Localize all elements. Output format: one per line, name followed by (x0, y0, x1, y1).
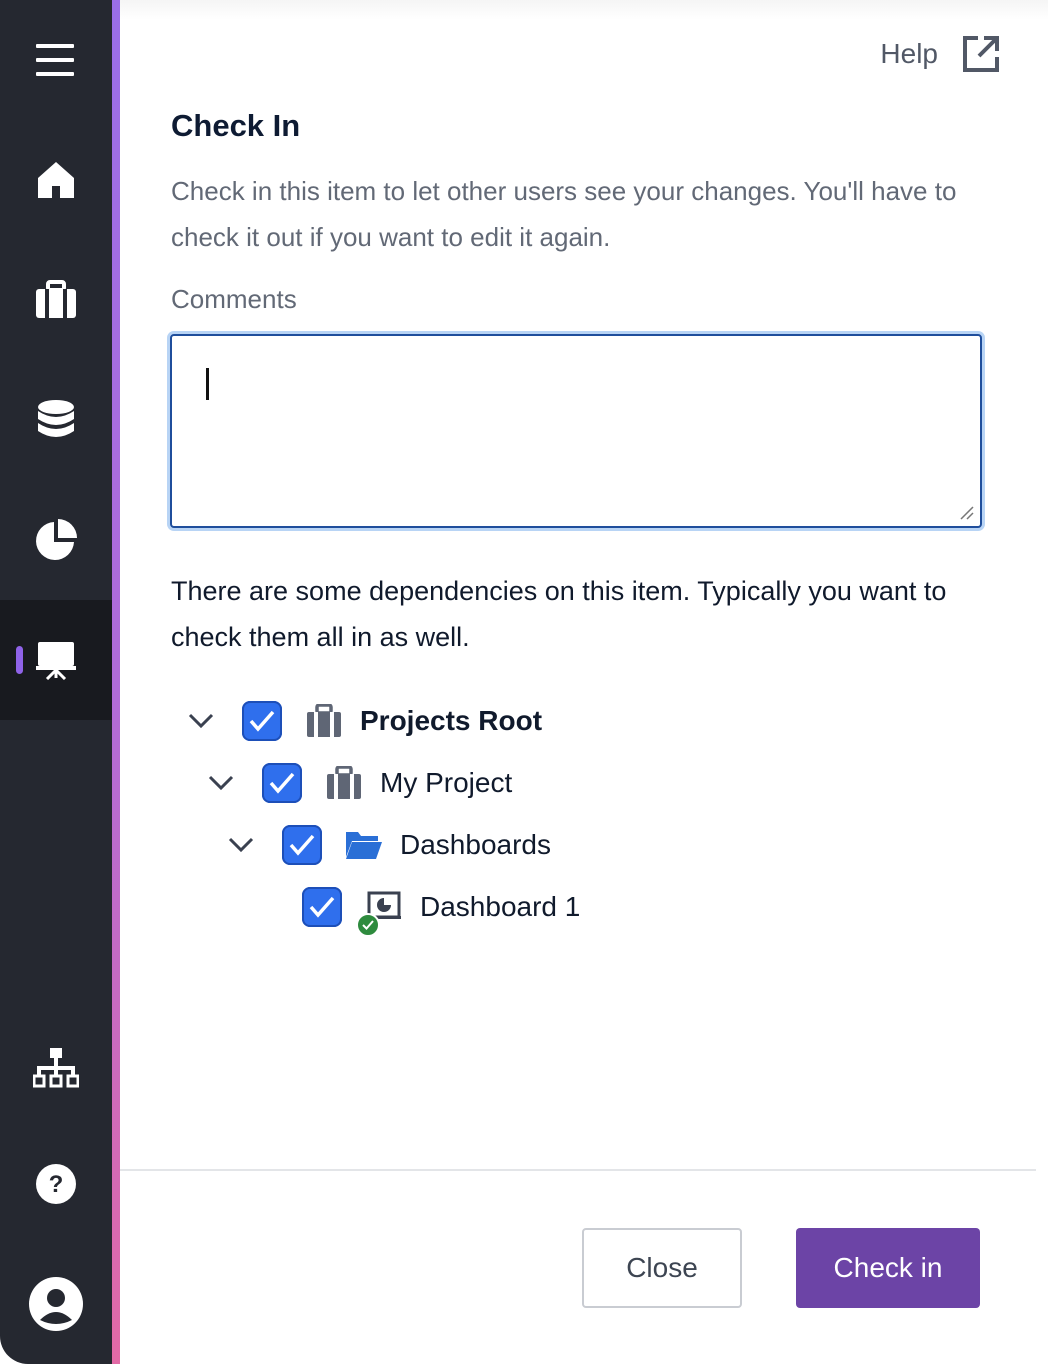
close-button[interactable]: Close (582, 1228, 742, 1308)
check-in-button[interactable]: Check in (796, 1228, 980, 1308)
hamburger-menu-icon (36, 44, 74, 76)
checkmark-icon (289, 834, 315, 856)
chevron-down-icon[interactable] (206, 760, 236, 806)
tree-item-label: Projects Root (360, 705, 543, 736)
checkmark-icon (269, 772, 295, 794)
briefcase-icon (324, 763, 364, 803)
tree-item-label: Dashboards (400, 829, 551, 860)
sitemap-icon (33, 1048, 79, 1088)
checkbox-dashboard-1[interactable] (302, 887, 342, 927)
checkmark-icon (309, 896, 335, 918)
tree-item-projects-root: Projects Root (186, 698, 542, 744)
page-title: Check In (171, 108, 301, 143)
dashboard-icon (356, 887, 404, 937)
external-link-icon (963, 36, 999, 72)
pie-chart-icon (36, 519, 77, 560)
home-icon (38, 162, 74, 198)
checkbox-my-project[interactable] (262, 763, 302, 803)
folder-open-icon (344, 825, 384, 865)
sidebar-item-dashboards[interactable] (0, 600, 112, 720)
comments-label: Comments (171, 284, 297, 314)
sidebar-item-data[interactable] (0, 360, 112, 480)
briefcase-icon (36, 280, 76, 318)
help-label: Help (880, 38, 938, 69)
question-circle-icon: ? (36, 1164, 76, 1204)
sidebar-item-home[interactable] (0, 120, 112, 240)
checked-out-badge-icon (356, 913, 380, 937)
sidebar: ? (0, 0, 112, 1364)
checkbox-dashboards-folder[interactable] (282, 825, 322, 865)
comments-textarea[interactable] (170, 334, 982, 528)
sidebar-item-reports[interactable] (0, 480, 112, 600)
sidebar-item-menu[interactable] (0, 0, 112, 120)
tree-item-my-project: My Project (206, 760, 512, 806)
text-caret (206, 368, 209, 400)
dependencies-text: There are some dependencies on this item… (171, 576, 947, 652)
chevron-down-icon[interactable] (186, 698, 216, 744)
active-indicator (16, 646, 23, 674)
user-avatar-icon (29, 1277, 83, 1331)
sidebar-accent-strip (112, 0, 120, 1364)
dialog-description: Check in this item to let other users se… (171, 176, 957, 252)
header-shadow (120, 0, 1048, 20)
sidebar-item-help[interactable]: ? (0, 1124, 112, 1244)
chevron-down-icon[interactable] (226, 822, 256, 868)
checkbox-projects-root[interactable] (242, 701, 282, 741)
tree-item-dashboard-1: Dashboard 1 (246, 884, 581, 937)
sidebar-item-account[interactable] (0, 1244, 112, 1364)
footer-divider (120, 1169, 1036, 1171)
presentation-board-icon (36, 642, 76, 680)
database-icon (38, 400, 74, 437)
help-link[interactable]: Help (880, 32, 1000, 76)
tree-item-label: Dashboard 1 (420, 891, 581, 922)
checkmark-icon (249, 710, 275, 732)
sidebar-item-projects[interactable] (0, 240, 112, 360)
tree-item-dashboards-folder: Dashboards (226, 822, 551, 868)
svg-text:?: ? (49, 1171, 64, 1198)
sidebar-item-hierarchy[interactable] (0, 1008, 112, 1128)
briefcase-icon (304, 701, 344, 741)
tree-item-label: My Project (380, 767, 513, 798)
resize-grip-icon[interactable] (958, 504, 974, 520)
